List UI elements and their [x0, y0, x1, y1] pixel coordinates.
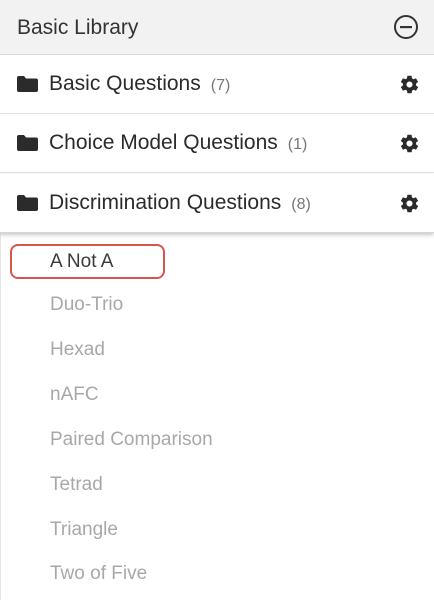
- folder-name: Basic Questions: [49, 72, 201, 95]
- folder-name: Discrimination Questions: [49, 191, 282, 214]
- question-nafc[interactable]: nAFC: [50, 383, 99, 407]
- folder-label: Choice Model Questions (1): [49, 130, 307, 158]
- folder-label: Basic Questions (7): [49, 71, 230, 99]
- question-tetrad[interactable]: Tetrad: [50, 473, 103, 497]
- library-panel: Basic Library Basic Questions (7) Choice…: [0, 0, 434, 600]
- folder-discrimination-questions[interactable]: Discrimination Questions (8): [0, 174, 434, 233]
- question-triangle[interactable]: Triangle: [50, 518, 118, 542]
- library-title: Basic Library: [17, 16, 139, 39]
- question-two-of-five[interactable]: Two of Five: [50, 562, 147, 586]
- folder-basic-questions[interactable]: Basic Questions (7): [0, 55, 434, 114]
- minus-circle-icon[interactable]: [393, 14, 419, 40]
- folder-choice-model-questions[interactable]: Choice Model Questions (1): [0, 114, 434, 173]
- question-paired-comparison[interactable]: Paired Comparison: [50, 428, 213, 452]
- gear-icon[interactable]: [399, 193, 420, 214]
- question-hexad[interactable]: Hexad: [50, 338, 105, 362]
- gear-icon[interactable]: [399, 74, 420, 95]
- question-duo-trio[interactable]: Duo-Trio: [50, 293, 123, 317]
- folder-count: (8): [291, 196, 311, 213]
- library-header: Basic Library: [0, 0, 434, 55]
- tree-guide-line: [0, 233, 1, 600]
- folder-icon: [17, 76, 38, 92]
- gear-icon[interactable]: [399, 133, 420, 154]
- selection-highlight: [10, 244, 165, 279]
- folder-name: Choice Model Questions: [49, 131, 278, 154]
- folder-icon: [17, 195, 38, 211]
- folder-count: (1): [287, 136, 308, 153]
- folder-count: (7): [210, 77, 231, 94]
- folder-label: Discrimination Questions (8): [49, 190, 311, 218]
- folder-icon: [17, 135, 38, 151]
